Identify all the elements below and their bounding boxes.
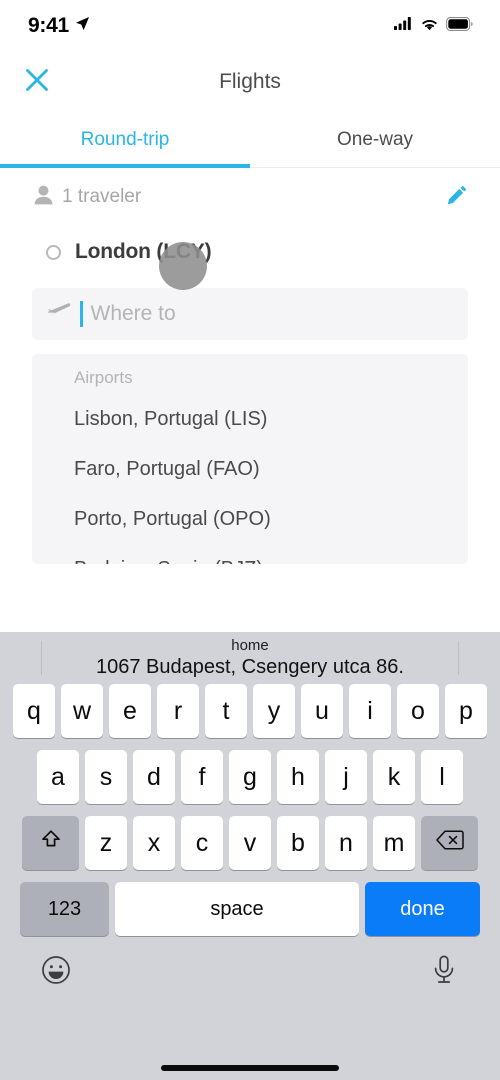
key-x[interactable]: x bbox=[133, 816, 175, 870]
key-u[interactable]: u bbox=[301, 684, 343, 738]
key-j[interactable]: j bbox=[325, 750, 367, 804]
key-e[interactable]: e bbox=[109, 684, 151, 738]
key-g[interactable]: g bbox=[229, 750, 271, 804]
person-icon bbox=[34, 185, 53, 210]
key-d[interactable]: d bbox=[133, 750, 175, 804]
key-h[interactable]: h bbox=[277, 750, 319, 804]
airplane-icon bbox=[46, 299, 72, 330]
keyboard-rows: q w e r t y u i o p a s d f g h j k l z … bbox=[0, 684, 500, 948]
emoji-button[interactable] bbox=[38, 954, 74, 990]
origin-row[interactable]: London (LCY) bbox=[0, 226, 500, 278]
key-l[interactable]: l bbox=[421, 750, 463, 804]
destination-input[interactable]: Where to bbox=[32, 288, 468, 340]
cellular-signal-icon bbox=[394, 17, 413, 35]
status-bar-left: 9:41 bbox=[28, 14, 90, 38]
dictation-button[interactable] bbox=[426, 954, 462, 990]
key-c[interactable]: c bbox=[181, 816, 223, 870]
suggestion-divider-right bbox=[458, 641, 459, 675]
traveler-row[interactable]: 1 traveler bbox=[0, 168, 500, 226]
traveler-count-label: 1 traveler bbox=[62, 186, 142, 207]
list-item[interactable]: Porto, Portugal (OPO) bbox=[32, 494, 468, 544]
origin-label: London (LCY) bbox=[75, 240, 212, 263]
status-bar-time: 9:41 bbox=[28, 14, 69, 37]
status-bar: 9:41 bbox=[0, 0, 500, 52]
autofill-suggestion-subtitle: 1067 Budapest, Csengery utca 86. bbox=[96, 655, 404, 678]
wifi-icon bbox=[420, 17, 439, 36]
home-indicator-bar bbox=[161, 1065, 339, 1071]
keyboard-row-4: 123 space done bbox=[3, 882, 497, 936]
emoji-smiley-icon bbox=[41, 955, 71, 990]
location-arrow-icon bbox=[75, 16, 90, 36]
nav-bar: Flights bbox=[0, 52, 500, 112]
key-v[interactable]: v bbox=[229, 816, 271, 870]
keyboard-row-1: q w e r t y u i o p bbox=[3, 684, 497, 738]
list-item[interactable]: Lisbon, Portugal (LIS) bbox=[32, 394, 468, 444]
keyboard-row-3: z x c v b n m bbox=[3, 816, 497, 870]
key-p[interactable]: p bbox=[445, 684, 487, 738]
key-q[interactable]: q bbox=[13, 684, 55, 738]
key-k[interactable]: k bbox=[373, 750, 415, 804]
shift-key[interactable] bbox=[22, 816, 79, 870]
tab-round-trip[interactable]: Round-trip bbox=[0, 112, 250, 168]
space-key[interactable]: space bbox=[115, 882, 359, 936]
page-title: Flights bbox=[219, 70, 281, 93]
key-o[interactable]: o bbox=[397, 684, 439, 738]
tab-one-way[interactable]: One-way bbox=[250, 112, 500, 168]
trip-type-tabs: Round-trip One-way bbox=[0, 112, 500, 168]
key-i[interactable]: i bbox=[349, 684, 391, 738]
pencil-edit-icon bbox=[446, 184, 468, 211]
suggestions-section-title: Airports bbox=[74, 368, 133, 387]
airport-suggestions-panel: Airports Lisbon, Portugal (LIS) Faro, Po… bbox=[32, 354, 468, 564]
key-a[interactable]: a bbox=[37, 750, 79, 804]
edit-traveler-button[interactable] bbox=[440, 180, 474, 214]
key-z[interactable]: z bbox=[85, 816, 127, 870]
key-f[interactable]: f bbox=[181, 750, 223, 804]
status-bar-right bbox=[394, 16, 474, 36]
shift-arrow-icon bbox=[39, 828, 63, 859]
key-t[interactable]: t bbox=[205, 684, 247, 738]
keyboard-suggestion-bar: home 1067 Budapest, Csengery utca 86. bbox=[0, 632, 500, 684]
key-w[interactable]: w bbox=[61, 684, 103, 738]
suggestion-divider-left bbox=[41, 641, 42, 675]
traveler-info: 1 traveler bbox=[34, 185, 440, 210]
key-y[interactable]: y bbox=[253, 684, 295, 738]
keyboard-row-2: a s d f g h j k l bbox=[3, 750, 497, 804]
tabs-active-indicator bbox=[0, 164, 250, 168]
key-m[interactable]: m bbox=[373, 816, 415, 870]
key-s[interactable]: s bbox=[85, 750, 127, 804]
battery-full-icon bbox=[446, 16, 474, 36]
autofill-suggestion[interactable]: home 1067 Budapest, Csengery utca 86. bbox=[96, 636, 404, 678]
destination-placeholder: Where to bbox=[90, 302, 176, 325]
close-x-icon bbox=[24, 67, 50, 98]
key-r[interactable]: r bbox=[157, 684, 199, 738]
numbers-key[interactable]: 123 bbox=[20, 882, 109, 936]
destination-field-wrapper: Where to bbox=[0, 278, 500, 340]
microphone-icon bbox=[431, 955, 457, 990]
close-button[interactable] bbox=[18, 63, 56, 101]
delete-key[interactable] bbox=[421, 816, 478, 870]
backspace-delete-icon bbox=[435, 829, 464, 858]
list-item[interactable]: Faro, Portugal (FAO) bbox=[32, 444, 468, 494]
circle-marker-icon bbox=[46, 244, 61, 260]
list-item[interactable]: Badajoz, Spain (BJZ) bbox=[32, 544, 468, 565]
keyboard-bottom-bar bbox=[0, 948, 500, 1080]
key-n[interactable]: n bbox=[325, 816, 367, 870]
on-screen-keyboard: home 1067 Budapest, Csengery utca 86. q … bbox=[0, 632, 500, 1080]
text-caret bbox=[80, 301, 83, 327]
key-b[interactable]: b bbox=[277, 816, 319, 870]
autofill-suggestion-title: home bbox=[231, 636, 269, 654]
done-key[interactable]: done bbox=[365, 882, 480, 936]
